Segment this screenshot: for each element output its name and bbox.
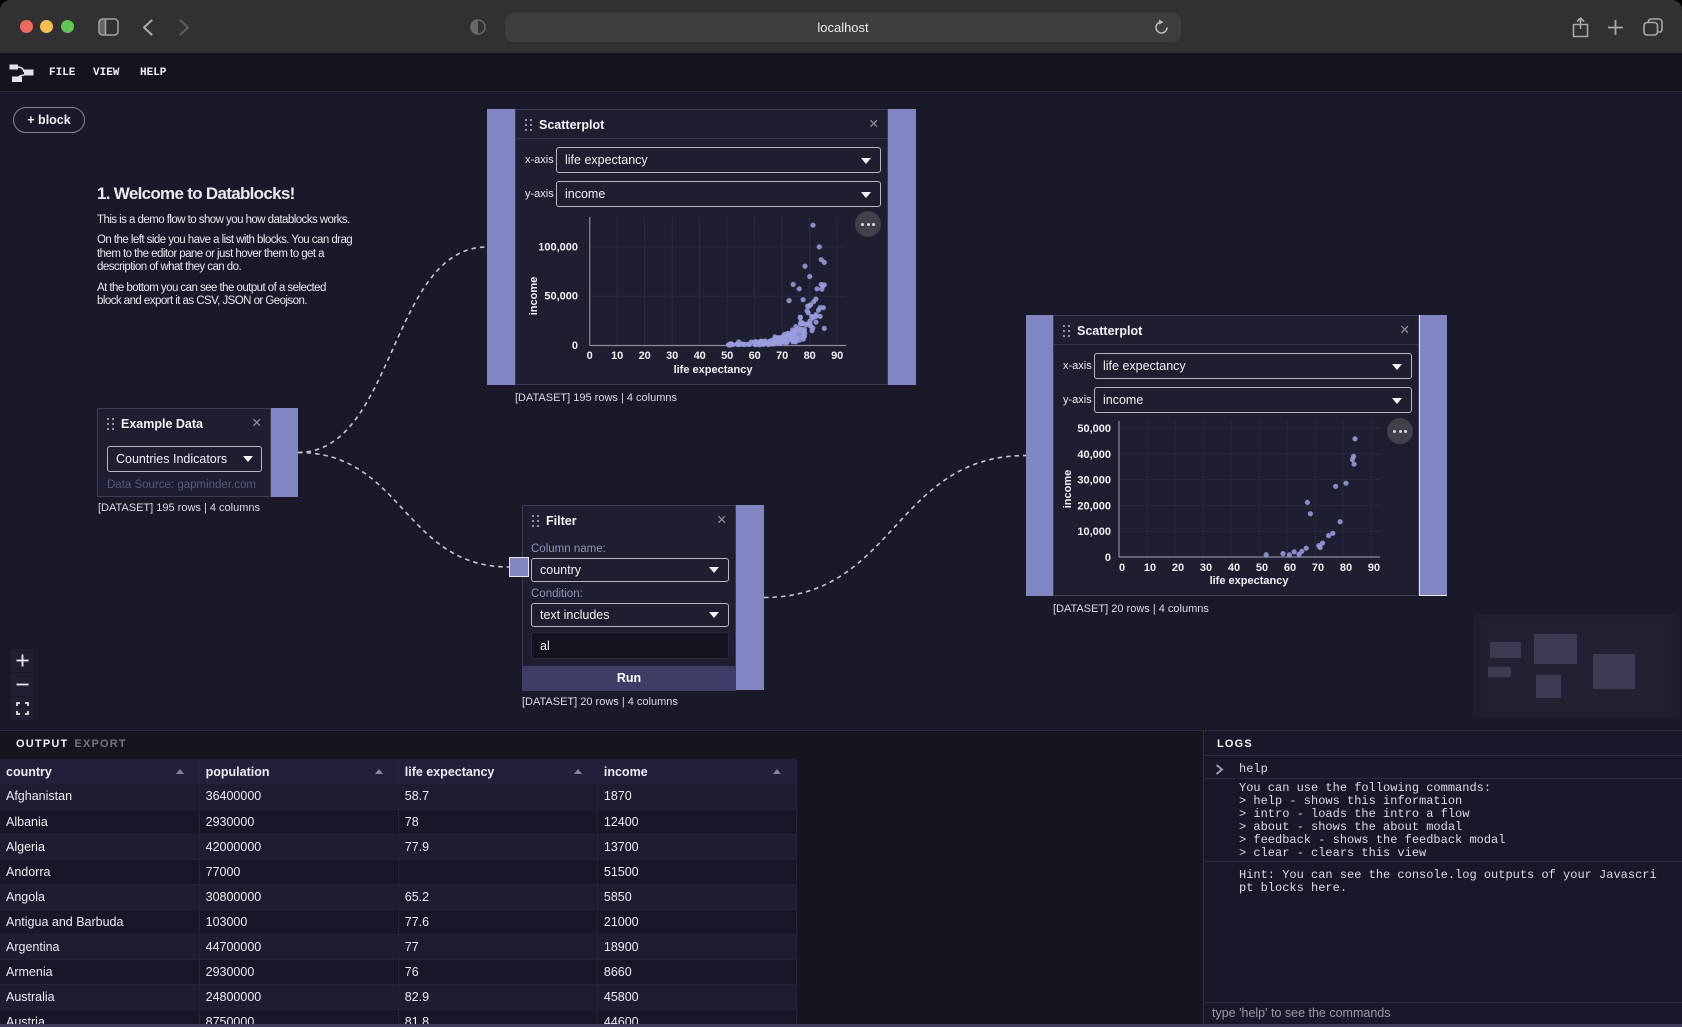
svg-text:30,000: 30,000: [1077, 475, 1111, 487]
svg-text:90: 90: [1368, 562, 1380, 574]
svg-text:50: 50: [1256, 562, 1268, 574]
svg-text:20,000: 20,000: [1077, 500, 1111, 512]
svg-text:70: 70: [1312, 562, 1324, 574]
svg-text:income: income: [528, 277, 540, 316]
svg-text:0: 0: [572, 340, 578, 352]
svg-text:50,000: 50,000: [544, 291, 578, 303]
svg-text:40: 40: [694, 350, 706, 362]
svg-text:40: 40: [1228, 562, 1240, 574]
svg-text:60: 60: [1284, 562, 1296, 574]
svg-text:50,000: 50,000: [1077, 423, 1111, 435]
svg-text:10: 10: [1144, 562, 1156, 574]
svg-text:30: 30: [1200, 562, 1212, 574]
svg-text:10,000: 10,000: [1077, 526, 1111, 538]
svg-text:80: 80: [1340, 562, 1352, 574]
svg-text:20: 20: [639, 350, 651, 362]
svg-text:10: 10: [611, 350, 623, 362]
svg-text:30: 30: [666, 350, 678, 362]
svg-text:50: 50: [721, 350, 733, 362]
svg-text:90: 90: [831, 350, 843, 362]
svg-text:80: 80: [804, 350, 816, 362]
svg-text:100,000: 100,000: [538, 242, 578, 254]
svg-text:60: 60: [749, 350, 761, 362]
svg-text:life expectancy: life expectancy: [674, 364, 754, 376]
svg-text:0: 0: [1119, 562, 1125, 574]
svg-text:0: 0: [1105, 552, 1111, 564]
svg-text:20: 20: [1172, 562, 1184, 574]
svg-text:40,000: 40,000: [1077, 449, 1111, 461]
svg-text:life expectancy: life expectancy: [1210, 575, 1290, 587]
svg-text:0: 0: [587, 350, 593, 362]
svg-text:income: income: [1062, 470, 1074, 509]
svg-text:70: 70: [776, 350, 788, 362]
